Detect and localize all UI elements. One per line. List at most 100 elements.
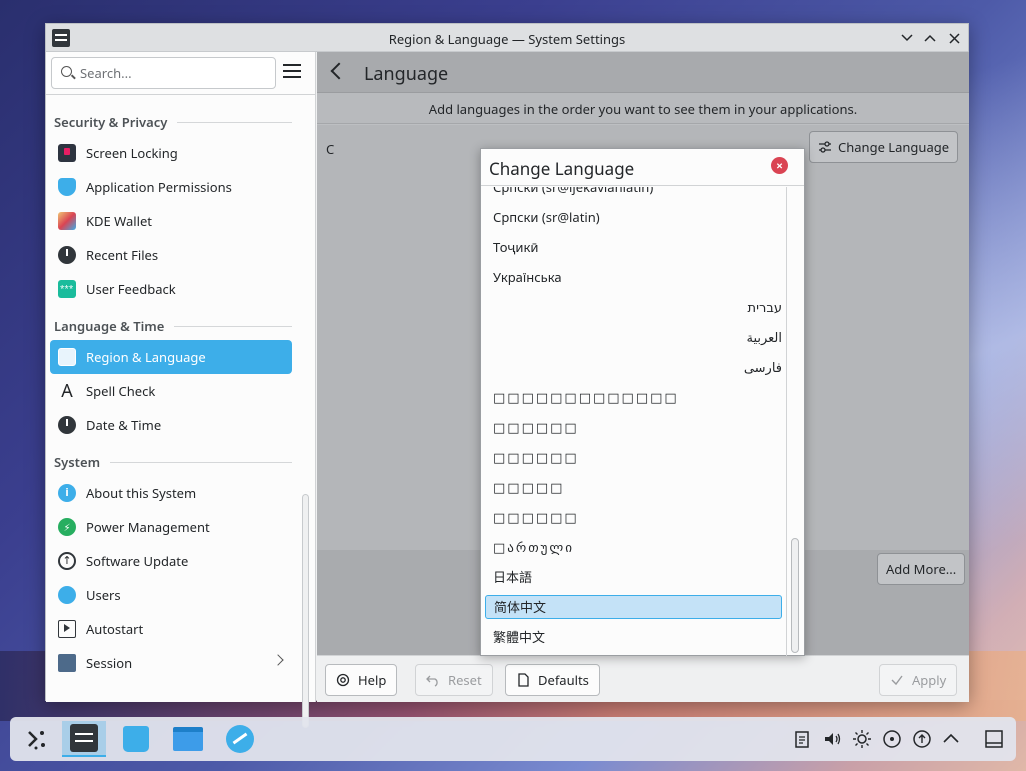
session-icon — [58, 654, 76, 672]
defaults-button[interactable]: Defaults — [505, 664, 600, 696]
language-option[interactable]: □□□□□□□□□□□□□ — [485, 382, 782, 412]
sidebar-list: Security & Privacy Screen Locking Applic… — [46, 102, 296, 702]
document-icon — [516, 673, 530, 687]
chevron-down-icon — [901, 34, 913, 42]
sidebar-item-application-permissions[interactable]: Application Permissions — [50, 170, 292, 204]
autostart-icon — [58, 620, 76, 638]
section-header-system: System — [46, 442, 296, 476]
taskbar — [10, 717, 1016, 761]
system-settings-icon — [70, 724, 98, 752]
media-icon[interactable] — [882, 729, 902, 749]
search-field[interactable] — [51, 57, 276, 89]
discover-icon — [123, 726, 149, 752]
reset-button[interactable]: Reset — [415, 664, 493, 696]
show-desktop-icon[interactable] — [984, 729, 1004, 749]
users-icon — [58, 586, 76, 604]
feedback-icon: *** — [58, 280, 76, 298]
apply-button[interactable]: Apply — [879, 664, 958, 696]
sidebar-item-session[interactable]: Session — [50, 646, 292, 680]
close-button[interactable] — [944, 28, 964, 48]
clock-icon — [58, 416, 76, 434]
language-option[interactable]: Српски (sr@ijekavianlatin) — [485, 187, 782, 202]
taskbar-file-manager[interactable] — [166, 721, 210, 757]
dialog-header: Change Language × — [481, 149, 804, 186]
language-option[interactable]: فارسی — [485, 352, 782, 382]
scrollbar-track — [786, 187, 787, 656]
taskbar-browser[interactable] — [218, 721, 262, 757]
sidebar-item-users[interactable]: Users — [50, 578, 292, 612]
power-icon: ⚡ — [58, 518, 76, 536]
language-option[interactable]: 日本語 — [485, 562, 782, 592]
language-option[interactable]: □ართული — [485, 532, 782, 562]
help-icon — [336, 673, 350, 687]
chevron-up-icon — [924, 34, 936, 42]
sidebar-item-screen-locking[interactable]: Screen Locking — [50, 136, 292, 170]
help-button[interactable]: Help — [325, 664, 398, 696]
sidebar-item-software-update[interactable]: ↑ Software Update — [50, 544, 292, 578]
settings-sliders-icon — [818, 140, 832, 154]
language-option[interactable]: 한국어 — [485, 652, 782, 656]
file-manager-icon — [173, 727, 203, 751]
search-input[interactable] — [80, 64, 265, 82]
language-list: Српски (sr@ijekavianlatin) Српски (sr@lat… — [481, 187, 786, 656]
screen-lock-icon — [58, 144, 76, 162]
dialog-title: Change Language — [489, 157, 635, 180]
sidebar-scrollbar[interactable] — [302, 494, 309, 728]
change-language-dialog: Change Language × Српски (sr@ijekavianla… — [480, 148, 805, 656]
hamburger-menu-button[interactable] — [283, 64, 301, 78]
footer-bar: Help Reset Defaults Apply — [317, 655, 969, 702]
language-option[interactable]: □□□□□□ — [485, 412, 782, 442]
browser-icon — [226, 725, 254, 753]
section-header-security: Security & Privacy — [46, 102, 296, 136]
info-icon: i — [58, 484, 76, 502]
tray-expand-icon[interactable] — [941, 729, 961, 749]
updates-icon[interactable] — [912, 729, 932, 749]
checkmark-icon — [890, 673, 904, 687]
sidebar-divider — [46, 94, 316, 95]
dialog-close-button[interactable]: × — [771, 157, 788, 174]
app-launcher-button[interactable] — [14, 721, 58, 757]
language-option[interactable]: 繁體中文 — [485, 622, 782, 652]
dialog-scrollbar[interactable] — [791, 538, 799, 653]
sidebar-item-power-management[interactable]: ⚡ Power Management — [50, 510, 292, 544]
language-option[interactable]: עברית — [485, 292, 782, 322]
region-icon — [58, 348, 76, 366]
language-option[interactable]: □□□□□ — [485, 472, 782, 502]
sidebar-item-autostart[interactable]: Autostart — [50, 612, 292, 646]
wallet-icon — [58, 212, 76, 230]
update-icon: ↑ — [58, 552, 76, 570]
minimize-button[interactable] — [897, 28, 917, 48]
sidebar-item-recent-files[interactable]: Recent Files — [50, 238, 292, 272]
language-option[interactable]: Тоҷикӣ — [485, 232, 782, 262]
back-button[interactable] — [330, 62, 348, 80]
title-bar[interactable]: Region & Language — System Settings — [46, 24, 968, 52]
sidebar-item-about-system[interactable]: i About this System — [50, 476, 292, 510]
close-icon: × — [776, 157, 783, 174]
clipboard-icon[interactable] — [792, 729, 812, 749]
sidebar-item-user-feedback[interactable]: *** User Feedback — [50, 272, 292, 306]
info-message: Add languages in the order you want to s… — [317, 93, 969, 124]
language-option[interactable]: 简体中文 — [485, 595, 782, 619]
language-option[interactable]: Українська — [485, 262, 782, 292]
maximize-button[interactable] — [920, 28, 940, 48]
sidebar-item-date-time[interactable]: Date & Time — [50, 408, 292, 442]
sidebar-item-spell-check[interactable]: A Spell Check — [50, 374, 292, 408]
section-header-language-time: Language & Time — [46, 306, 296, 340]
app-launcher-icon — [28, 731, 45, 750]
taskbar-discover[interactable] — [114, 721, 158, 757]
search-icon — [61, 66, 72, 77]
sidebar: Security & Privacy Screen Locking Applic… — [46, 52, 316, 728]
language-option[interactable]: □□□□□□ — [485, 502, 782, 532]
sidebar-item-region-language[interactable]: Region & Language — [50, 340, 292, 374]
language-option[interactable]: □□□□□□ — [485, 442, 782, 472]
window-title: Region & Language — System Settings — [388, 30, 626, 48]
language-option[interactable]: العربية — [485, 322, 782, 352]
change-language-button[interactable]: Change Language — [809, 131, 959, 163]
sidebar-item-kde-wallet[interactable]: KDE Wallet — [50, 204, 292, 238]
brightness-icon[interactable] — [852, 729, 872, 749]
volume-icon[interactable] — [822, 729, 842, 749]
taskbar-system-settings[interactable] — [62, 721, 106, 757]
language-option[interactable]: Српски (sr@latin) — [485, 202, 782, 232]
spell-check-icon: A — [61, 379, 73, 403]
add-more-button[interactable]: Add More... — [877, 553, 966, 585]
